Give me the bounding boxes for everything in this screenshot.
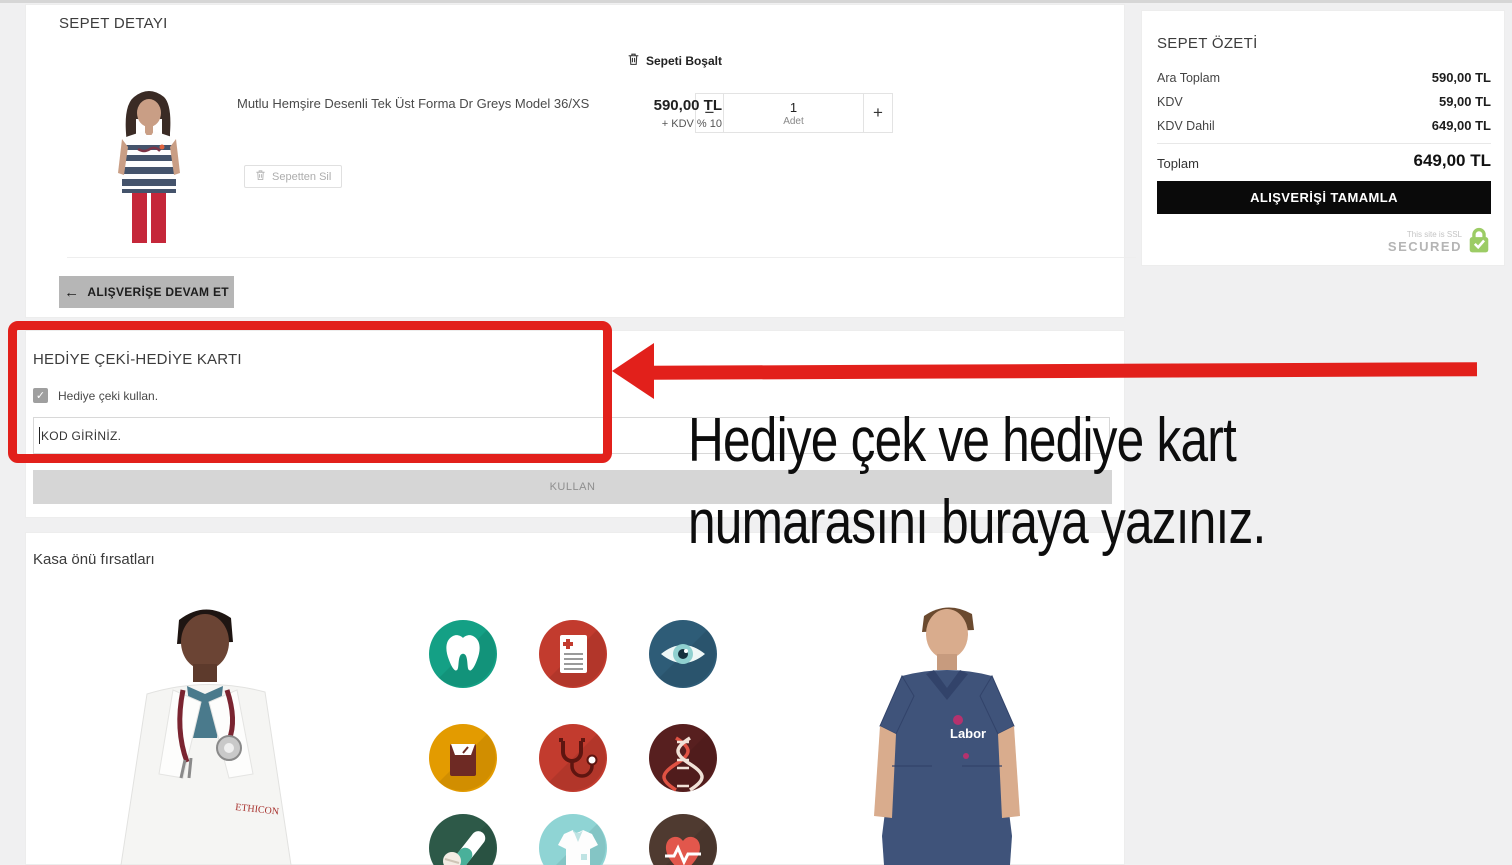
scrubs-icon[interactable] bbox=[539, 814, 607, 865]
dna-icon[interactable] bbox=[649, 724, 717, 792]
ssl-badge-line2: SECURED bbox=[1388, 240, 1462, 254]
quantity-value: 1 bbox=[790, 100, 797, 115]
pills-icon[interactable] bbox=[429, 814, 497, 865]
continue-shopping-label: ALIŞVERİŞE DEVAM ET bbox=[87, 285, 229, 299]
item-row-divider bbox=[67, 257, 1136, 258]
summary-row-label: KDV Dahil bbox=[1157, 119, 1215, 133]
svg-text:Labor: Labor bbox=[950, 726, 986, 741]
nurse-product-image[interactable]: Labor bbox=[862, 596, 1032, 865]
total-label: Toplam bbox=[1157, 156, 1199, 171]
total-value: 649,00 TL bbox=[1414, 151, 1492, 171]
summary-row-label: KDV bbox=[1157, 95, 1183, 109]
trash-icon bbox=[255, 169, 266, 184]
remove-from-cart-button[interactable]: Sepetten Sil bbox=[244, 165, 342, 188]
product-image[interactable] bbox=[110, 89, 188, 243]
weight-scale-icon[interactable] bbox=[429, 724, 497, 792]
quantity-display: 1 Adet bbox=[724, 94, 863, 132]
item-price: 590,00 TL bbox=[654, 97, 722, 114]
annotation-arrow-shaft bbox=[650, 362, 1477, 380]
ssl-secured-badge: This site is SSL SECURED bbox=[1388, 227, 1491, 259]
eye-icon[interactable] bbox=[649, 620, 717, 688]
checkout-deals-title: Kasa önü fırsatları bbox=[33, 551, 155, 568]
summary-row-value: 590,00 TL bbox=[1432, 70, 1491, 85]
heartbeat-icon[interactable] bbox=[649, 814, 717, 865]
continue-shopping-button[interactable]: ← ALIŞVERİŞE DEVAM ET bbox=[59, 276, 234, 308]
annotation-text-line1: Hediye çek ve hediye kart bbox=[688, 405, 1236, 476]
medical-report-icon[interactable] bbox=[539, 620, 607, 688]
quantity-stepper: − 1 Adet + bbox=[695, 93, 893, 133]
cart-detail-card: SEPET DETAYI Sepeti Boşalt Mutlu Hemşire… bbox=[25, 4, 1125, 318]
item-price-block: 590,00 TL + KDV % 10 bbox=[654, 97, 722, 130]
back-arrow-icon: ← bbox=[64, 284, 79, 301]
trash-icon bbox=[627, 52, 640, 69]
empty-cart-label: Sepeti Boşalt bbox=[646, 54, 722, 68]
annotation-text-line2: numarasını buraya yazınız. bbox=[688, 487, 1265, 558]
ssl-lock-icon bbox=[1467, 227, 1491, 259]
summary-divider bbox=[1157, 143, 1491, 144]
quantity-increase-button[interactable]: + bbox=[863, 94, 892, 132]
remove-from-cart-label: Sepetten Sil bbox=[272, 171, 331, 183]
cart-detail-title: SEPET DETAYI bbox=[59, 15, 168, 32]
annotation-arrow-head bbox=[612, 343, 654, 399]
checkout-button[interactable]: ALIŞVERİŞİ TAMAMLA bbox=[1157, 181, 1491, 214]
top-divider-strip bbox=[0, 0, 1512, 3]
product-name[interactable]: Mutlu Hemşire Desenli Tek Üst Forma Dr G… bbox=[237, 96, 707, 111]
summary-row-label: Ara Toplam bbox=[1157, 71, 1220, 85]
cart-summary-title: SEPET ÖZETİ bbox=[1157, 35, 1258, 52]
empty-cart-button[interactable]: Sepeti Boşalt bbox=[627, 52, 722, 69]
use-gift-code-label: KULLAN bbox=[550, 481, 596, 493]
item-vat-note: + KDV % 10 bbox=[654, 118, 722, 130]
checkout-label: ALIŞVERİŞİ TAMAMLA bbox=[1250, 190, 1398, 205]
tooth-icon[interactable] bbox=[429, 620, 497, 688]
stethoscope-icon[interactable] bbox=[539, 724, 607, 792]
doctor-product-image[interactable]: ETHICON bbox=[113, 598, 313, 865]
quantity-unit-label: Adet bbox=[783, 116, 804, 127]
summary-row-value: 649,00 TL bbox=[1432, 118, 1491, 133]
annotation-highlight-rectangle bbox=[8, 321, 612, 463]
summary-row-value: 59,00 TL bbox=[1439, 94, 1491, 109]
